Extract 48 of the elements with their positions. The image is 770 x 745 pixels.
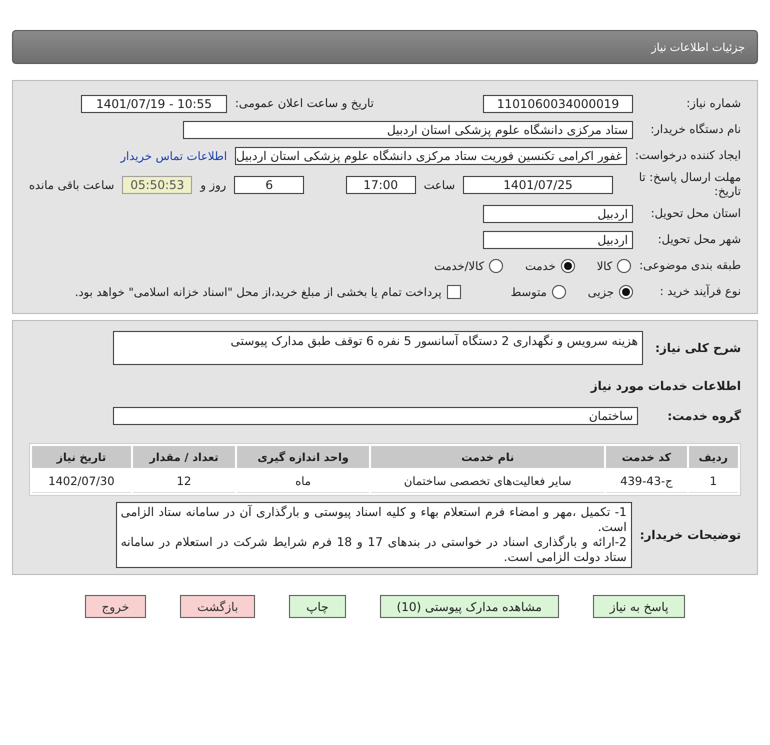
days-field: 6 [234, 176, 304, 194]
announce-date-field: 1401/07/19 - 10:55 [81, 95, 227, 113]
action-button[interactable]: خروج [84, 595, 146, 618]
need-number-field: 1101060034000019 [483, 95, 633, 113]
buyer-contact-link[interactable]: اطلاعات تماس خریدار [120, 149, 228, 163]
service-group-field: ساختمان [113, 407, 638, 425]
field-label: طبقه بندی موضوعی: [639, 259, 741, 273]
field-label: شهر محل تحویل: [656, 233, 741, 247]
process-radio[interactable]: جزیی [588, 285, 633, 299]
province-field: اردبیل [483, 205, 633, 223]
column-header: ردیف [688, 446, 738, 468]
category-radio[interactable]: کالا/خدمت [434, 259, 504, 273]
field-label: مهلت ارسال پاسخ: تا تاریخ: [638, 171, 741, 199]
action-button[interactable]: چاپ [289, 595, 346, 618]
column-header: کد خدمت [606, 446, 687, 468]
column-header: تعداد / مقدار [132, 446, 236, 468]
page-title: جزئیات اطلاعات نیاز [651, 40, 745, 54]
column-header: واحد اندازه گیری [237, 446, 370, 468]
field-label: شرح کلی نیاز: [654, 341, 741, 355]
field-label: گروه خدمت: [666, 409, 741, 423]
process-radio[interactable]: متوسط [510, 285, 566, 299]
field-label: نوع فرآیند خرید : [658, 285, 741, 299]
field-label: ساعت باقی مانده [29, 178, 114, 192]
city-field: اردبیل [483, 231, 633, 249]
buyer-notes-field: 1- تکمیل ،مهر و امضاء فرم استعلام بهاء و کلیه اسناد پیوستی و بارگذاری آن در سامانه ستاد الزامی است. 2-ارائه و بارگذاری اسناد در خواستی در بندهای 17 و 18 فرم شرایط شرکت در استعلام در سامانه ستاد دولت الزامی است. [116, 502, 632, 568]
description-field: هزینه سرویس و نگهداری 2 دستگاه آسانسور 5 نفره 6 توقف طبق مدارک پیوستی [113, 331, 643, 365]
action-button[interactable]: مشاهده مدارک پیوستی (10) [380, 595, 559, 618]
field-label: شماره نیاز: [685, 97, 741, 111]
column-header: تاریخ نیاز [32, 446, 131, 468]
column-header: نام خدمت [371, 446, 604, 468]
field-label: توضیحات خریدار: [640, 528, 741, 542]
field-label: تاریخ و ساعت اعلان عمومی: [235, 97, 375, 111]
section-title: اطلاعات خدمات مورد نیاز [590, 379, 741, 393]
deadline-time-field: 17:00 [346, 176, 416, 194]
deadline-date-field: 1401/07/25 [463, 176, 613, 194]
category-radio[interactable]: خدمت [525, 259, 575, 273]
field-label: استان محل تحویل: [650, 207, 741, 221]
action-button[interactable]: بازگشت [180, 595, 256, 618]
field-label: روز و [200, 178, 226, 192]
buyer-name-field: ستاد مرکزی دانشگاه علوم پزشکی استان اردبیل [183, 121, 633, 139]
category-radio[interactable]: کالا [596, 259, 632, 273]
action-button[interactable]: پاسخ به نیاز [592, 595, 686, 618]
creator-field: غفور اکرامی تکنسین فوریت ستاد مرکزی دانشگاه علوم پزشکی استان اردبیل [235, 147, 628, 165]
payment-checkbox[interactable]: پرداخت تمام یا بخشی از مبلغ خرید،از محل "اسناد خزانه اسلامی" خواهد بود. [74, 285, 461, 299]
remaining-time-field: 05:50:53 [122, 176, 192, 194]
field-label: ساعت [424, 178, 455, 192]
field-label: ایجاد کننده درخواست: [635, 149, 741, 163]
field-label: نام دستگاه خریدار: [649, 123, 741, 137]
